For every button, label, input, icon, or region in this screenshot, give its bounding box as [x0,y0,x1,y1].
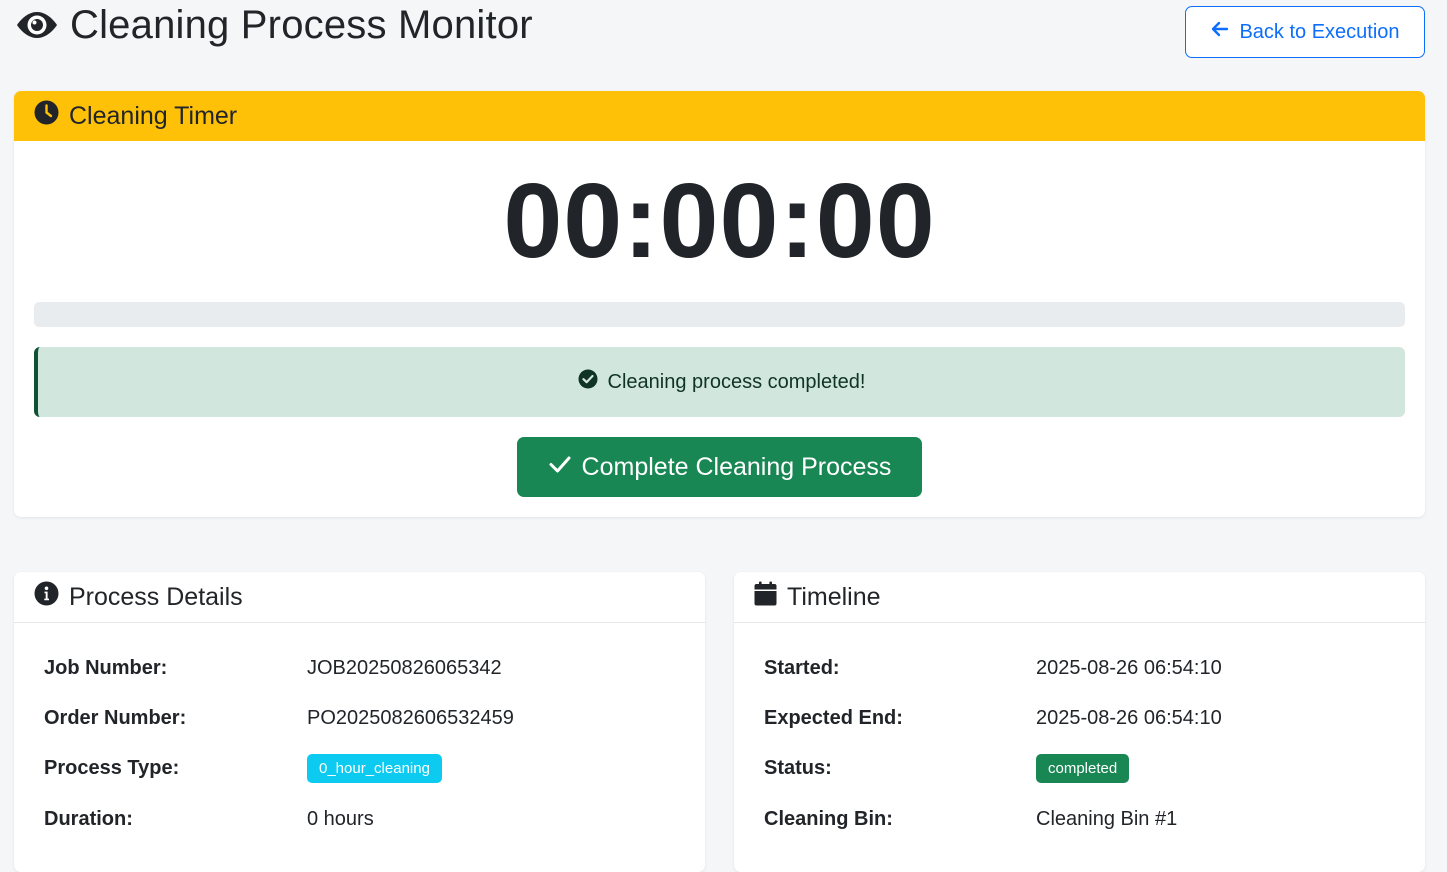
process-type-row: Process Type: 0_hour_cleaning [44,753,684,783]
cleaning-timer-header: Cleaning Timer [14,91,1425,141]
expected-end-value: 2025-08-26 06:54:10 [1036,706,1222,729]
info-circle-icon [34,581,59,613]
complete-cleaning-process-button[interactable]: Complete Cleaning Process [517,437,922,497]
calendar-icon [754,581,777,613]
duration-row: Duration: 0 hours [44,804,684,834]
job-number-label: Job Number: [44,656,168,679]
page-title: Cleaning Process Monitor [14,2,533,48]
expected-end-row: Expected End: 2025-08-26 06:54:10 [764,703,1404,733]
clock-icon [34,100,59,132]
started-label: Started: [764,656,840,679]
cleaning-bin-row: Cleaning Bin: Cleaning Bin #1 [764,804,1404,834]
timeline-card: Timeline Started: 2025-08-26 06:54:10 Ex… [734,572,1425,872]
status-badge: completed [1036,753,1130,783]
cleaning-progress-bar [34,302,1405,327]
job-number-row: Job Number: JOB20250826065342 [44,653,684,683]
check-icon [548,452,572,483]
status-row: Status: completed [764,753,1404,783]
back-to-execution-button[interactable]: Back to Execution [1185,6,1425,58]
cleaning-bin-value: Cleaning Bin #1 [1036,807,1178,830]
expected-end-label: Expected End: [764,706,903,729]
timeline-header: Timeline [734,572,1425,623]
completion-alert-text: Cleaning process completed! [607,370,866,393]
timeline-title: Timeline [787,582,881,611]
duration-label: Duration: [44,807,133,830]
order-number-label: Order Number: [44,706,187,729]
complete-button-label: Complete Cleaning Process [581,452,892,481]
back-button-label: Back to Execution [1239,20,1400,43]
cleaning-timer-card: Cleaning Timer 00:00:00 Cleaning process… [14,91,1425,517]
completion-alert: Cleaning process completed! [34,347,1405,417]
order-number-row: Order Number: PO2025082606532459 [44,703,684,733]
started-value: 2025-08-26 06:54:10 [1036,656,1222,679]
status-label: Status: [764,756,832,779]
order-number-value: PO2025082606532459 [307,706,514,729]
cleaning-bin-label: Cleaning Bin: [764,807,893,830]
process-type-badge: 0_hour_cleaning [307,753,442,783]
timer-display: 00:00:00 [503,162,936,280]
cleaning-timer-title: Cleaning Timer [69,101,238,130]
arrow-left-icon [1210,19,1230,45]
job-number-value: JOB20250826065342 [307,656,502,679]
started-row: Started: 2025-08-26 06:54:10 [764,653,1404,683]
page-title-text: Cleaning Process Monitor [70,2,533,47]
duration-value: 0 hours [307,807,374,830]
process-details-title: Process Details [69,582,243,611]
process-type-label: Process Type: [44,756,180,779]
check-circle-icon [578,369,598,395]
process-details-header: Process Details [14,572,705,623]
process-details-card: Process Details Job Number: JOB202508260… [14,572,705,872]
eye-icon [14,2,60,48]
page-header: Cleaning Process Monitor Back to Executi… [14,0,1425,60]
